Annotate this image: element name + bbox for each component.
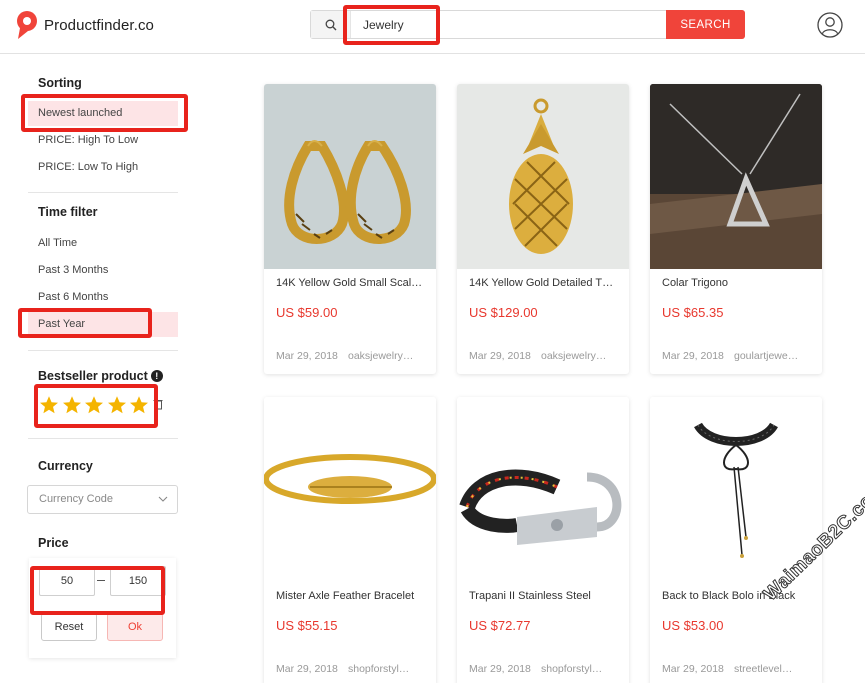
product-image-rope-bracelet[interactable] bbox=[457, 397, 629, 582]
price-filter-panel: 50 150 Reset Ok bbox=[29, 558, 176, 658]
product-shop[interactable]: oaksjewelry… bbox=[348, 350, 428, 362]
logo-text: Productfinder.co bbox=[44, 16, 154, 34]
product-card[interactable]: Colar Trigono US $65.35 Mar 29, 2018 gou… bbox=[650, 84, 822, 374]
site-logo[interactable]: Productfinder.co bbox=[16, 10, 154, 40]
product-title[interactable]: 14K Yellow Gold Detailed T… bbox=[469, 277, 621, 289]
product-date: Mar 29, 2018 bbox=[276, 663, 338, 675]
currency-select[interactable]: Currency Code bbox=[27, 485, 178, 514]
product-shop[interactable]: shopforstyl… bbox=[348, 663, 428, 675]
product-image-pineapple[interactable] bbox=[457, 84, 629, 269]
product-image-triangle-necklace[interactable] bbox=[650, 84, 822, 269]
product-price: US $53.00 bbox=[662, 618, 724, 633]
divider bbox=[28, 350, 178, 351]
star-icon[interactable] bbox=[106, 394, 128, 416]
product-date: Mar 29, 2018 bbox=[469, 350, 531, 362]
product-price: US $72.77 bbox=[469, 618, 531, 633]
product-title[interactable]: 14K Yellow Gold Small Scal… bbox=[276, 277, 428, 289]
product-price: US $129.00 bbox=[469, 305, 538, 320]
feather-bracelet-image bbox=[264, 454, 436, 504]
bestseller-title: Bestseller product! bbox=[38, 369, 163, 383]
product-date: Mar 29, 2018 bbox=[276, 350, 338, 362]
product-image-feather-bracelet[interactable] bbox=[264, 397, 436, 582]
sort-option-price-high-low[interactable]: PRICE: High To Low bbox=[28, 128, 178, 153]
currency-title: Currency bbox=[38, 459, 93, 473]
sorting-title: Sorting bbox=[38, 76, 82, 90]
chevron-down-icon bbox=[158, 496, 168, 502]
product-date: Mar 29, 2018 bbox=[662, 350, 724, 362]
product-card[interactable]: Mister Axle Feather Bracelet US $55.15 M… bbox=[264, 397, 436, 683]
product-shop[interactable]: streetlevel… bbox=[734, 663, 814, 675]
product-image-earrings[interactable] bbox=[264, 84, 436, 269]
star-icon[interactable] bbox=[61, 394, 83, 416]
triangle-necklace-image bbox=[650, 84, 822, 269]
time-filter-title: Time filter bbox=[38, 205, 98, 219]
price-max-input[interactable]: 150 bbox=[110, 566, 166, 596]
product-title[interactable]: Colar Trigono bbox=[662, 277, 814, 289]
divider bbox=[28, 192, 178, 193]
price-min-input[interactable]: 50 bbox=[39, 566, 95, 596]
search-icon-box bbox=[311, 11, 351, 38]
product-shop[interactable]: shopforstyl… bbox=[541, 663, 621, 675]
sort-option-price-low-high[interactable]: PRICE: Low To High bbox=[28, 155, 178, 180]
time-option-past-6-months[interactable]: Past 6 Months bbox=[28, 285, 178, 310]
product-title[interactable]: Mister Axle Feather Bracelet bbox=[276, 590, 428, 602]
product-price: US $65.35 bbox=[662, 305, 724, 320]
bestseller-label: Bestseller product bbox=[38, 369, 148, 383]
price-ok-button[interactable]: Ok bbox=[107, 613, 163, 641]
product-title[interactable]: Back to Black Bolo in Black bbox=[662, 590, 814, 602]
price-title: Price bbox=[38, 536, 69, 550]
info-icon[interactable]: ! bbox=[150, 370, 163, 382]
time-option-all-time[interactable]: All Time bbox=[28, 231, 178, 256]
product-card[interactable]: 14K Yellow Gold Small Scal… US $59.00 Ma… bbox=[264, 84, 436, 374]
star-icon[interactable] bbox=[38, 394, 60, 416]
location-pin-icon bbox=[17, 11, 37, 39]
search-input[interactable] bbox=[351, 11, 666, 38]
product-price: US $59.00 bbox=[276, 305, 338, 320]
price-reset-button[interactable]: Reset bbox=[41, 613, 97, 641]
gold-earrings-image bbox=[284, 140, 411, 244]
user-avatar-icon[interactable] bbox=[817, 12, 843, 38]
top-header: Productfinder.co SEARCH bbox=[0, 0, 865, 54]
currency-placeholder: Currency Code bbox=[39, 493, 113, 505]
product-card[interactable]: Trapani II Stainless Steel US $72.77 Mar… bbox=[457, 397, 629, 683]
product-date: Mar 29, 2018 bbox=[469, 663, 531, 675]
time-option-past-3-months[interactable]: Past 3 Months bbox=[28, 258, 178, 283]
product-price: US $55.15 bbox=[276, 618, 338, 633]
price-dash bbox=[97, 580, 105, 581]
search-bar: SEARCH bbox=[310, 10, 745, 39]
sort-option-newest[interactable]: Newest launched bbox=[28, 101, 178, 126]
star-icon[interactable] bbox=[128, 394, 150, 416]
search-button[interactable]: SEARCH bbox=[666, 10, 745, 39]
rope-shackle-bracelet-image bbox=[459, 469, 622, 545]
star-rating[interactable] bbox=[38, 394, 151, 416]
product-date: Mar 29, 2018 bbox=[662, 663, 724, 675]
product-title[interactable]: Trapani II Stainless Steel bbox=[469, 590, 621, 602]
search-icon bbox=[325, 19, 336, 30]
time-option-past-year[interactable]: Past Year bbox=[28, 312, 178, 337]
trash-icon[interactable] bbox=[153, 398, 163, 410]
product-shop[interactable]: oaksjewelry… bbox=[541, 350, 621, 362]
star-icon[interactable] bbox=[83, 394, 105, 416]
divider bbox=[28, 438, 178, 439]
product-shop[interactable]: goulartjewe… bbox=[734, 350, 814, 362]
product-card[interactable]: Back to Black Bolo in Black US $53.00 Ma… bbox=[650, 397, 822, 683]
pineapple-pendant-image bbox=[509, 98, 573, 254]
product-card[interactable]: 14K Yellow Gold Detailed T… US $129.00 M… bbox=[457, 84, 629, 374]
